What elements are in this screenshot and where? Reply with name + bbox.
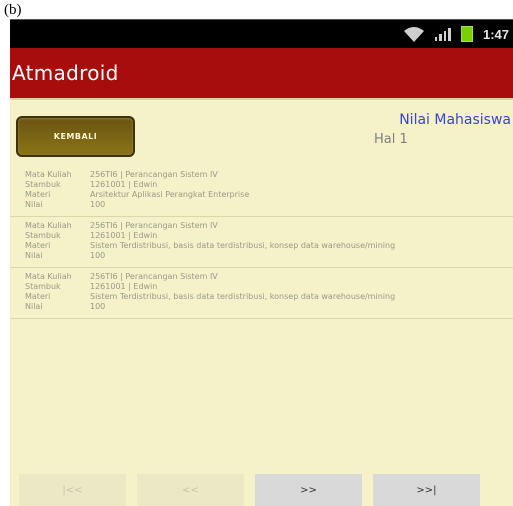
- student-label: Stambuk: [25, 231, 61, 240]
- student-label: Stambuk: [25, 282, 61, 291]
- list-item: Mata Kuliah 256TI6 | Perancangan Sistem I…: [10, 217, 513, 268]
- course-value: 256TI6 | Perancangan Sistem IV: [90, 170, 218, 179]
- records-list: Mata Kuliah 256TI6 | Perancangan Sistem I…: [10, 166, 513, 319]
- list-item: Mata Kuliah 256TI6 | Perancangan Sistem I…: [10, 268, 513, 319]
- figure-caption: (b): [4, 2, 22, 18]
- signal-icon: [434, 27, 451, 41]
- topic-value: Sistem Terdistribusi, basis data terdist…: [90, 292, 396, 301]
- prev-page-button[interactable]: <<: [137, 474, 244, 506]
- next-page-button[interactable]: >>: [255, 474, 362, 506]
- grade-label: Nilai: [25, 200, 43, 209]
- student-value: 1261001 | Edwin: [90, 282, 158, 291]
- status-time: 1:47: [482, 26, 509, 42]
- course-label: Mata Kuliah: [25, 272, 72, 281]
- wifi-icon: [403, 27, 424, 42]
- topic-label: Materi: [25, 241, 51, 250]
- back-button[interactable]: KEMBALI: [16, 116, 135, 157]
- student-value: 1261001 | Edwin: [90, 180, 158, 189]
- grade-value: 100: [90, 200, 106, 209]
- status-bar: 1:47: [10, 20, 513, 48]
- grade-label: Nilai: [25, 251, 43, 260]
- course-label: Mata Kuliah: [25, 170, 72, 179]
- topic-label: Materi: [25, 190, 51, 199]
- course-value: 256TI6 | Perancangan Sistem IV: [90, 272, 218, 281]
- topic-value: Arsitektur Aplikasi Perangkat Enterprise: [90, 190, 250, 199]
- page-number: Hal 1: [374, 132, 408, 147]
- main-content: KEMBALI Nilai Mahasiswa Hal 1 Mata Kulia…: [10, 100, 513, 506]
- course-label: Mata Kuliah: [25, 221, 72, 230]
- student-label: Stambuk: [25, 180, 61, 189]
- last-page-button[interactable]: >>|: [373, 474, 480, 506]
- pagination: |<< << >> >>|: [10, 474, 480, 506]
- topic-label: Materi: [25, 292, 51, 301]
- app-bar: Atmadroid: [10, 48, 513, 98]
- grade-value: 100: [90, 302, 106, 311]
- battery-icon: [460, 26, 473, 42]
- topic-value: Sistem Terdistribusi, basis data terdist…: [90, 241, 396, 250]
- grade-label: Nilai: [25, 302, 43, 311]
- grade-value: 100: [90, 251, 106, 260]
- page-title: Nilai Mahasiswa: [399, 112, 511, 128]
- student-value: 1261001 | Edwin: [90, 231, 158, 240]
- app-title: Atmadroid: [12, 61, 119, 85]
- first-page-button[interactable]: |<<: [19, 474, 126, 506]
- course-value: 256TI6 | Perancangan Sistem IV: [90, 221, 218, 230]
- list-item: Mata Kuliah 256TI6 | Perancangan Sistem I…: [10, 166, 513, 217]
